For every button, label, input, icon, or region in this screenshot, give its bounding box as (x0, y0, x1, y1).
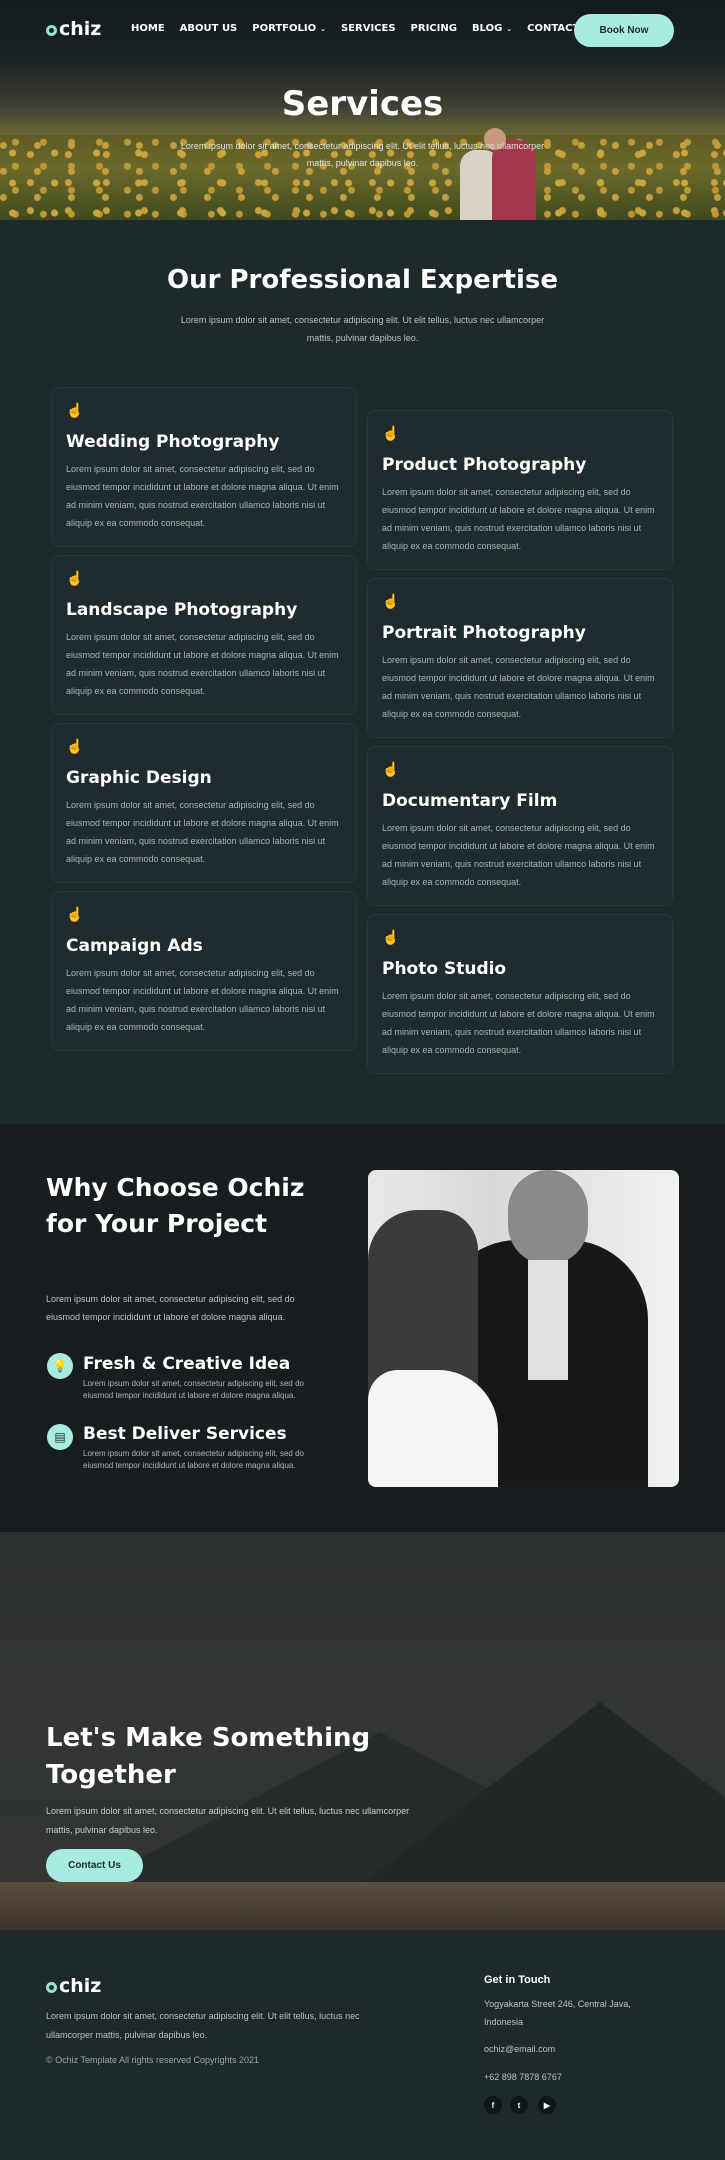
ground-shape (0, 1882, 725, 1930)
service-title: Wedding Photography (66, 432, 280, 452)
book-now-button[interactable]: Book Now (574, 14, 674, 47)
cta-subtitle: Lorem ipsum dolor sit amet, consectetur … (46, 1806, 410, 1835)
footer (0, 1930, 725, 2160)
service-card[interactable]: ☝ Documentary Film Lorem ipsum dolor sit… (367, 746, 673, 906)
twitter-icon[interactable]: t (510, 2096, 528, 2114)
nav-item-services[interactable]: SERVICES (341, 23, 396, 34)
service-card[interactable]: ☝ Product Photography Lorem ipsum dolor … (367, 410, 673, 570)
service-title: Product Photography (382, 455, 587, 475)
expertise-title: Our Professional Expertise (167, 265, 558, 295)
feature-title: Best Deliver Services (83, 1424, 287, 1444)
logo[interactable]: chiz (46, 18, 101, 40)
service-title: Graphic Design (66, 768, 212, 788)
service-text: Lorem ipsum dolor sit amet, consectetur … (66, 968, 339, 1032)
chevron-down-icon: ⌄ (506, 24, 513, 33)
service-card[interactable]: ☝ Landscape Photography Lorem ipsum dolo… (51, 555, 357, 715)
service-card[interactable]: ☝ Wedding Photography Lorem ipsum dolor … (51, 387, 357, 547)
service-card[interactable]: ☝ Photo Studio Lorem ipsum dolor sit ame… (367, 914, 673, 1074)
logo-mark (46, 24, 57, 36)
pointing-hand-icon: ☝ (66, 570, 84, 586)
wedding-couple-photo (368, 1170, 679, 1487)
hero-subtitle: Lorem ipsum dolor sit amet, consectetur … (180, 141, 545, 168)
nav-item-about[interactable]: ABOUT US (180, 23, 238, 34)
logo-text: chiz (59, 18, 102, 40)
groom-head (508, 1170, 588, 1265)
service-card[interactable]: ☝ Campaign Ads Lorem ipsum dolor sit ame… (51, 891, 357, 1051)
service-title: Documentary Film (382, 791, 558, 811)
logo-text: chiz (59, 1975, 102, 1997)
feature-text: Lorem ipsum dolor sit amet, consectetur … (83, 1379, 304, 1400)
copyright-text: © Ochiz Template All rights reserved Cop… (46, 2055, 260, 2065)
nav-item-portfolio[interactable]: PORTFOLIO ⌄ (252, 23, 326, 34)
feature-title: Fresh & Creative Idea (83, 1354, 291, 1374)
service-text: Lorem ipsum dolor sit amet, consectetur … (66, 464, 339, 528)
email-link[interactable]: ochiz@email.com (484, 2044, 555, 2054)
nav-item-home[interactable]: HOME (131, 23, 165, 34)
groom-shirt (528, 1260, 568, 1380)
top-navbar: chiz HOME ABOUT US PORTFOLIO ⌄ SERVICES P… (0, 0, 725, 60)
service-text: Lorem ipsum dolor sit amet, consectetur … (66, 800, 339, 864)
phone-text: +62 898 7878 6767 (484, 2072, 562, 2082)
service-text: Lorem ipsum dolor sit amet, consectetur … (382, 991, 655, 1055)
expertise-subtitle: Lorem ipsum dolor sit amet, consectetur … (180, 315, 545, 343)
pointing-hand-icon: ☝ (382, 425, 400, 441)
pointing-hand-icon: ☝ (382, 929, 400, 945)
facebook-icon[interactable]: f (484, 2096, 502, 2114)
pointing-hand-icon: ☝ (66, 738, 84, 754)
nav-item-blog[interactable]: BLOG ⌄ (472, 23, 512, 34)
service-text: Lorem ipsum dolor sit amet, consectetur … (382, 823, 655, 887)
cta-title: Let's Make Something Together (46, 1723, 371, 1790)
contact-us-button[interactable]: Contact Us (46, 1849, 143, 1882)
contact-heading: Get in Touch (484, 1974, 551, 1986)
service-card[interactable]: ☝ Portrait Photography Lorem ipsum dolor… (367, 578, 673, 738)
service-text: Lorem ipsum dolor sit amet, consectetur … (382, 487, 655, 551)
service-card[interactable]: ☝ Graphic Design Lorem ipsum dolor sit a… (51, 723, 357, 883)
service-title: Portrait Photography (382, 623, 586, 643)
service-text: Lorem ipsum dolor sit amet, consectetur … (66, 632, 339, 696)
lightbulb-icon: 💡 (47, 1353, 73, 1379)
service-title: Landscape Photography (66, 600, 298, 620)
pointing-hand-icon: ☝ (382, 761, 400, 777)
service-title: Campaign Ads (66, 936, 203, 956)
logo-mark (46, 1981, 57, 1993)
page-title: Services (281, 84, 444, 124)
why-subtitle: Lorem ipsum dolor sit amet, consectetur … (46, 1294, 295, 1322)
pointing-hand-icon: ☝ (382, 593, 400, 609)
chevron-down-icon: ⌄ (320, 24, 326, 33)
service-text: Lorem ipsum dolor sit amet, consectetur … (382, 655, 655, 719)
nav-item-pricing[interactable]: PRICING (411, 23, 457, 34)
address-text: Yogyakarta Street 246, Central Java, Ind… (484, 1999, 631, 2027)
footer-description: Lorem ipsum dolor sit amet, consectetur … (46, 2011, 360, 2040)
service-title: Photo Studio (382, 959, 507, 979)
youtube-icon[interactable]: ▶ (538, 2096, 556, 2114)
pointing-hand-icon: ☝ (66, 402, 84, 418)
feature-text: Lorem ipsum dolor sit amet, consectetur … (83, 1449, 304, 1470)
footer-logo[interactable]: chiz (46, 1975, 101, 1997)
card-icon: ▤ (47, 1424, 73, 1450)
main-menu: HOME ABOUT US PORTFOLIO ⌄ SERVICES PRICIN… (131, 23, 613, 34)
why-title: Why Choose Ochiz for Your Project (46, 1173, 305, 1238)
pointing-hand-icon: ☝ (66, 906, 84, 922)
bride-dress (368, 1370, 498, 1487)
